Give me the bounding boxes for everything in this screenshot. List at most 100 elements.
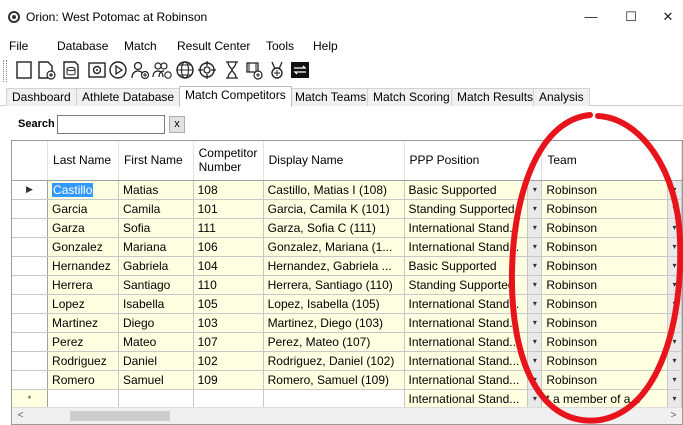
- cell-competitor-number[interactable]: 102: [193, 351, 264, 371]
- cell-ppp-position[interactable]: Standing Supported ▾: [404, 275, 543, 295]
- cell-first-name[interactable]: Mateo: [118, 332, 194, 352]
- open-match-icon[interactable]: [36, 59, 58, 81]
- scroll-left-arrow[interactable]: <: [12, 408, 29, 424]
- add-event-icon[interactable]: [243, 59, 265, 81]
- cell-competitor-number[interactable]: 107: [193, 332, 264, 352]
- row-header[interactable]: [12, 218, 49, 238]
- cell-last-name[interactable]: Rodriguez: [47, 351, 119, 371]
- chevron-down-icon[interactable]: ▾: [667, 294, 681, 312]
- cell-ppp-position[interactable]: International Stand... ▾: [404, 313, 543, 333]
- cell-team[interactable]: Robinson ▾: [541, 218, 682, 238]
- cell-first-name[interactable]: Camila: [118, 199, 194, 219]
- table-row[interactable]: Lopez Isabella 105 Lopez, Isabella (105) Int…: [12, 294, 682, 314]
- cell-first-name[interactable]: Santiago: [118, 275, 194, 295]
- chevron-down-icon[interactable]: ▾: [527, 275, 541, 293]
- new-row[interactable]: * International Stand... ▾ t a member of a.…: [12, 389, 682, 409]
- cell-last-name[interactable]: Martinez: [47, 313, 119, 333]
- cell-ppp-position[interactable]: International Stand... ▾: [404, 218, 543, 238]
- cell-team[interactable]: Robinson ▾: [541, 294, 682, 314]
- trophy-icon[interactable]: [266, 59, 288, 81]
- cell-ppp-position[interactable]: Basic Supported ▾: [404, 180, 543, 200]
- row-header[interactable]: [12, 294, 49, 314]
- cell-competitor-number[interactable]: 106: [193, 237, 264, 257]
- new-row-cell-last-name[interactable]: [47, 389, 119, 409]
- chevron-down-icon[interactable]: ▾: [527, 237, 541, 255]
- target-icon[interactable]: [196, 59, 218, 81]
- chevron-down-icon[interactable]: ▾: [667, 180, 681, 198]
- cell-last-name[interactable]: Garcia: [47, 199, 119, 219]
- tab-athlete-database[interactable]: Athlete Database: [76, 88, 181, 106]
- menu-result-center[interactable]: Result Center: [177, 39, 250, 53]
- cell-display-name[interactable]: Castillo, Matias I (108): [263, 180, 405, 200]
- cell-team[interactable]: Robinson ▾: [541, 370, 682, 390]
- chevron-down-icon[interactable]: ▾: [527, 389, 541, 407]
- table-row[interactable]: Romero Samuel 109 Romero, Samuel (109) Inter…: [12, 370, 682, 390]
- chevron-down-icon[interactable]: ▾: [527, 370, 541, 388]
- cell-display-name[interactable]: Perez, Mateo (107): [263, 332, 405, 352]
- row-header[interactable]: [12, 332, 49, 352]
- chevron-down-icon[interactable]: ▾: [667, 389, 681, 407]
- transfer-icon[interactable]: [289, 59, 311, 81]
- toolbar-grip[interactable]: [3, 60, 7, 82]
- table-row[interactable]: Hernandez Gabriela 104 Hernandez, Gabriela …: [12, 256, 682, 276]
- cell-display-name[interactable]: Martinez, Diego (103): [263, 313, 405, 333]
- menu-help[interactable]: Help: [313, 39, 338, 53]
- new-row-cell-display-name[interactable]: [263, 389, 405, 409]
- menu-match[interactable]: Match: [124, 39, 157, 53]
- cell-ppp-position[interactable]: International Stand... ▾: [404, 351, 543, 371]
- chevron-down-icon[interactable]: ▾: [667, 313, 681, 331]
- cell-ppp-position[interactable]: International Stand... ▾: [404, 370, 543, 390]
- cell-competitor-number[interactable]: 101: [193, 199, 264, 219]
- chevron-down-icon[interactable]: ▾: [527, 218, 541, 236]
- tab-match-teams[interactable]: Match Teams: [289, 88, 373, 106]
- col-last-name[interactable]: Last Name: [47, 141, 119, 181]
- cell-competitor-number[interactable]: 108: [193, 180, 264, 200]
- cell-last-name[interactable]: Garza: [47, 218, 119, 238]
- cell-display-name[interactable]: Garza, Sofia C (111): [263, 218, 405, 238]
- cell-ppp-position[interactable]: International Stand... ▾: [404, 294, 543, 314]
- col-competitor-number[interactable]: Competitor Number: [193, 141, 264, 181]
- globe-icon[interactable]: [174, 59, 196, 81]
- tab-match-results[interactable]: Match Results: [451, 88, 540, 106]
- tab-analysis[interactable]: Analysis: [533, 88, 590, 106]
- chevron-down-icon[interactable]: ▾: [667, 351, 681, 369]
- row-header[interactable]: [12, 313, 49, 333]
- cell-ppp-position[interactable]: International Stand... ▾: [404, 237, 543, 257]
- row-header[interactable]: [12, 275, 49, 295]
- chevron-down-icon[interactable]: ▾: [667, 237, 681, 255]
- cell-competitor-number[interactable]: 111: [193, 218, 264, 238]
- chevron-down-icon[interactable]: ▾: [527, 256, 541, 274]
- menu-file[interactable]: File: [9, 39, 28, 53]
- horizontal-scrollbar[interactable]: < >: [12, 407, 682, 424]
- cell-display-name[interactable]: Gonzalez, Mariana (1...: [263, 237, 405, 257]
- cell-display-name[interactable]: Rodriguez, Daniel (102): [263, 351, 405, 371]
- table-row[interactable]: Herrera Santiago 110 Herrera, Santiago (110…: [12, 275, 682, 295]
- cell-team[interactable]: Robinson ▾: [541, 180, 682, 200]
- cell-display-name[interactable]: Romero, Samuel (109): [263, 370, 405, 390]
- cell-team[interactable]: Robinson ▾: [541, 256, 682, 276]
- cell-first-name[interactable]: Isabella: [118, 294, 194, 314]
- menu-tools[interactable]: Tools: [266, 39, 294, 53]
- new-row-cell-first-name[interactable]: [118, 389, 194, 409]
- search-input[interactable]: [57, 115, 165, 134]
- chevron-down-icon[interactable]: ▾: [527, 294, 541, 312]
- row-header[interactable]: [12, 237, 49, 257]
- col-team[interactable]: Team: [541, 141, 682, 181]
- cell-ppp-position[interactable]: International Stand... ▾: [404, 332, 543, 352]
- table-row[interactable]: Rodriguez Daniel 102 Rodriguez, Daniel (102…: [12, 351, 682, 371]
- cell-last-name[interactable]: Hernandez: [47, 256, 119, 276]
- table-row[interactable]: ▶ Castillo Matias 108 Castillo, Matias I (10…: [12, 180, 682, 200]
- cell-team[interactable]: Robinson ▾: [541, 313, 682, 333]
- cell-team[interactable]: Robinson ▾: [541, 199, 682, 219]
- new-match-icon[interactable]: [14, 59, 36, 81]
- add-athlete-icon[interactable]: [129, 59, 151, 81]
- table-row[interactable]: Garcia Camila 101 Garcia, Camila K (101) Sta…: [12, 199, 682, 219]
- chevron-down-icon[interactable]: ▾: [667, 370, 681, 388]
- chevron-down-icon[interactable]: ▾: [667, 275, 681, 293]
- camera-icon[interactable]: [86, 59, 108, 81]
- cell-display-name[interactable]: Garcia, Camila K (101): [263, 199, 405, 219]
- table-row[interactable]: Martinez Diego 103 Martinez, Diego (103) Int…: [12, 313, 682, 333]
- cell-first-name[interactable]: Diego: [118, 313, 194, 333]
- database-icon[interactable]: [60, 59, 82, 81]
- cell-display-name[interactable]: Hernandez, Gabriela ...: [263, 256, 405, 276]
